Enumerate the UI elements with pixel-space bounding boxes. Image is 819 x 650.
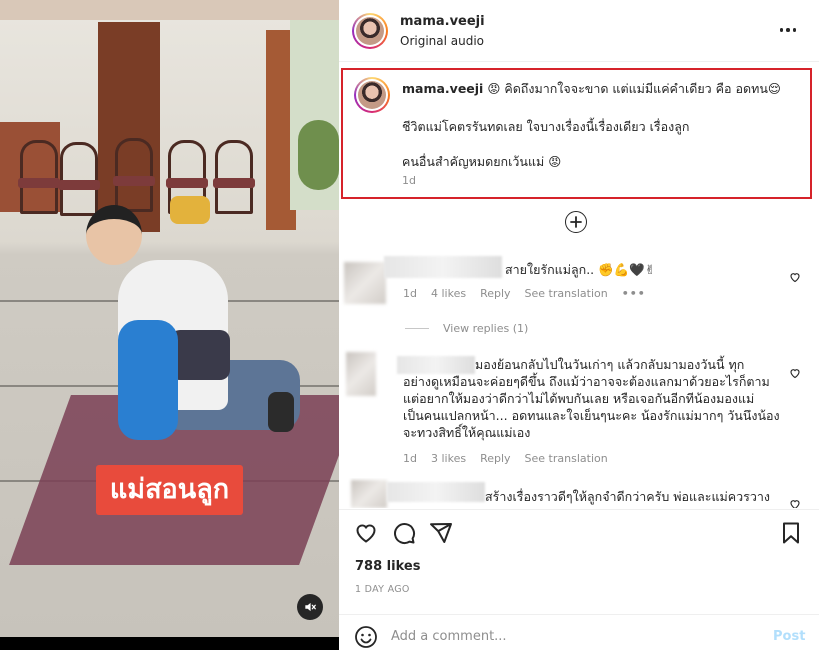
comment-likes[interactable]: 4 likes — [431, 287, 466, 300]
reply-button[interactable]: Reply — [480, 452, 510, 465]
comment-text-line: มองย้อนกลับไปในวันเก่าๆ แล้วกลับมามองวัน… — [475, 357, 745, 372]
chair-seat — [18, 178, 60, 188]
comment-icon[interactable] — [392, 521, 416, 545]
comment-text: สายใยรักแม่ลูก.. ✊💪🖤✌ — [505, 262, 656, 277]
plus-circle-icon — [570, 216, 582, 228]
comment-input[interactable] — [391, 625, 751, 647]
chair-seat — [58, 180, 100, 190]
caption-highlight: mama.veeji 😡 คิดถึงมากใจจะขาด แต่แม่มีแค… — [341, 68, 812, 199]
emoji-icon[interactable] — [354, 625, 378, 649]
person-head — [86, 205, 142, 265]
post-button[interactable]: Post — [773, 629, 805, 644]
heart-icon[interactable] — [354, 521, 378, 545]
more-options-button[interactable] — [774, 18, 802, 42]
comment-heart-icon[interactable] — [789, 367, 801, 379]
caption-text-1: 😡 คิดถึงมากใจจะขาด แต่แม่มีแค่คำเดียว คื… — [487, 81, 781, 96]
comment-username-blurred[interactable] — [397, 356, 475, 374]
chair — [215, 140, 253, 214]
view-replies-button[interactable]: View replies (1) — [405, 322, 528, 335]
more-options-icon — [779, 28, 784, 32]
action-bar — [339, 509, 819, 553]
chair — [115, 138, 153, 212]
comment-text-line: จะทวงสิทธิ์ให้คุณแม่เอง — [403, 425, 531, 440]
comment-text-line: เป็นคนแปลกหน้า... อดทนและใจเย็นๆนะคะ น้อ… — [403, 408, 780, 423]
comment-avatar-blurred[interactable] — [344, 262, 386, 304]
comment-username-blurred[interactable] — [387, 482, 485, 502]
comment-item: สร้างเรื่องราวดีๆให้ลูกจำดีกว่าครับ พ่อแ… — [339, 478, 819, 508]
comment-meta: 1d 3 likes Reply See translation — [403, 452, 608, 465]
video-caption-overlay: แม่สอนลูก — [96, 465, 243, 515]
caption-avatar[interactable] — [354, 77, 390, 113]
caption-username[interactable]: mama.veeji — [402, 81, 483, 96]
comment-avatar-blurred[interactable] — [346, 352, 376, 396]
comment-heart-icon[interactable] — [789, 498, 801, 508]
chair — [60, 142, 98, 216]
comment-text: สร้างเรื่องราวดีๆให้ลูกจำดีกว่าครับ พ่อแ… — [485, 489, 770, 504]
comment-username-blurred[interactable] — [384, 256, 502, 278]
child-figure — [118, 320, 178, 440]
likes-count[interactable]: 788 likes — [355, 559, 420, 574]
comment-time: 1d — [403, 287, 417, 300]
video-frame[interactable] — [0, 0, 339, 637]
add-comment-bar: Post — [339, 614, 819, 650]
comment-heart-icon[interactable] — [789, 271, 801, 283]
mute-button[interactable] — [297, 594, 323, 620]
avatar[interactable] — [352, 13, 388, 49]
muted-speaker-icon — [305, 602, 316, 612]
video-pane[interactable]: แม่สอนลูก — [0, 0, 339, 650]
reply-button[interactable]: Reply — [480, 287, 510, 300]
comment-meta: 1d 4 likes Reply See translation ••• — [403, 287, 646, 300]
replies-divider — [405, 328, 429, 329]
see-translation-button[interactable]: See translation — [525, 287, 608, 300]
see-translation-button[interactable]: See translation — [525, 452, 608, 465]
header-username[interactable]: mama.veeji — [400, 14, 485, 29]
comment-text-line: แต่อยากให้มองว่าดีกว่าไม่ได้พบกันเลย หรื… — [403, 391, 755, 406]
bookmark-icon[interactable] — [779, 521, 803, 545]
wall-strip — [0, 0, 339, 20]
view-replies-label: View replies (1) — [443, 322, 529, 335]
plant — [298, 120, 339, 190]
caption-line-3: คนอื่นสำคัญหมดยกเว้นแม่ 😡 — [402, 154, 562, 169]
comment-text-line: อย่างดูเหมือนจะค่อยๆดีขึ้น ถึงแม้ว่าอาจจ… — [403, 374, 770, 389]
post-header: mama.veeji Original audio — [339, 0, 819, 62]
post-date: 1 DAY AGO — [355, 584, 410, 595]
comment-options-button[interactable]: ••• — [622, 287, 646, 300]
comment-avatar-blurred[interactable] — [351, 480, 387, 508]
post-pane: mama.veeji Original audio mama.veeji 😡 ค… — [339, 0, 819, 650]
chair — [20, 140, 58, 214]
caption-timestamp: 1d — [402, 174, 416, 187]
comment-likes[interactable]: 3 likes — [431, 452, 466, 465]
child-boots — [170, 196, 210, 224]
load-more-comments-button[interactable] — [565, 211, 587, 233]
comment-item: มองย้อนกลับไปในวันเก่าๆ แล้วกลับมามองวัน… — [339, 350, 819, 470]
caption-line-1: mama.veeji 😡 คิดถึงมากใจจะขาด แต่แม่มีแค… — [402, 80, 802, 97]
audio-link[interactable]: Original audio — [400, 34, 484, 48]
chair-seat — [166, 178, 208, 188]
comment-item: สายใยรักแม่ลูก.. ✊💪🖤✌ 1d 4 likes Reply S… — [339, 254, 819, 314]
sarong — [170, 330, 230, 380]
comment-time: 1d — [403, 452, 417, 465]
chair-seat — [113, 176, 155, 186]
shoe — [268, 392, 294, 432]
share-icon[interactable] — [429, 521, 453, 545]
caption-line-2: ชีวิตแม่โคตรรันทดเลย ใจบางเรื่องนี้เรื่อ… — [402, 119, 690, 134]
chair-seat — [213, 178, 255, 188]
